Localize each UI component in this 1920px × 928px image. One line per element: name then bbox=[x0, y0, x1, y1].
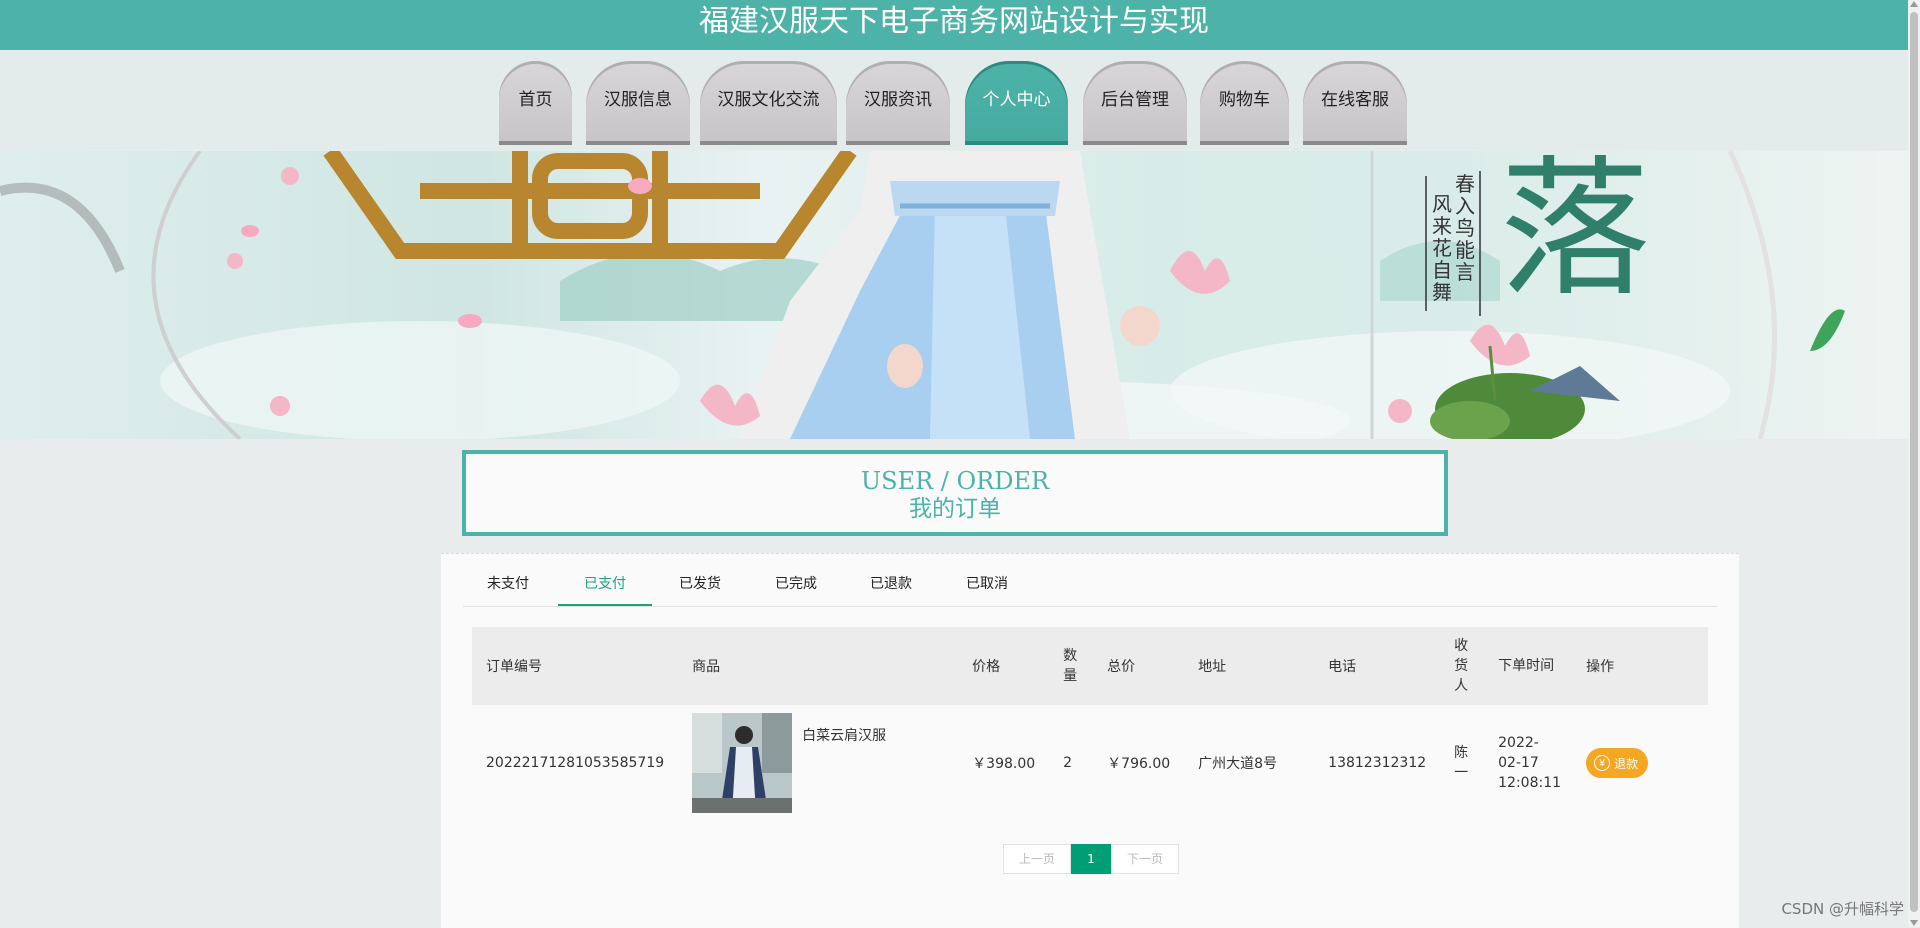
col-product: 商品 bbox=[678, 627, 959, 705]
tab-label: 未支付 bbox=[487, 576, 529, 592]
scrollbar-thumb[interactable] bbox=[1910, 12, 1918, 912]
cell-address: 广州大道8号 bbox=[1198, 756, 1278, 772]
tab-label: 已完成 bbox=[775, 576, 817, 592]
section-title-zh: 我的订单 bbox=[909, 496, 1001, 522]
svg-text:鸟: 鸟 bbox=[1455, 216, 1475, 240]
banner-illustration: 落 春入鸟能言 风来花自舞 bbox=[0, 151, 1845, 439]
order-status-tabs: 未支付 已支付 已发货 已完成 已退款 已取消 bbox=[463, 562, 1717, 607]
col-order-no: 订单编号 bbox=[472, 627, 679, 705]
tab-cancelled[interactable]: 已取消 bbox=[940, 562, 1034, 606]
cell-action: ¥ 退款 bbox=[1572, 705, 1708, 821]
table-row: 20222171281053585719 白菜云肩汉服 ￥398.00 2 ￥7… bbox=[472, 705, 1708, 821]
cell-product: 白菜云肩汉服 bbox=[678, 705, 958, 821]
svg-text:风: 风 bbox=[1432, 192, 1452, 216]
tab-label: 已发货 bbox=[679, 576, 721, 592]
nav-cart[interactable]: 购物车 bbox=[1200, 61, 1289, 145]
nav-label: 个人中心 bbox=[982, 90, 1051, 110]
col-price: 价格 bbox=[958, 627, 1050, 705]
main-nav: 首页 汉服信息 汉服文化交流 汉服资讯 个人中心 后台管理 购物车 在线客服 bbox=[0, 50, 1908, 150]
tab-refunded[interactable]: 已退款 bbox=[844, 562, 938, 606]
svg-text:能: 能 bbox=[1455, 238, 1475, 262]
nav-culture-exchange[interactable]: 汉服文化交流 bbox=[700, 61, 837, 145]
nav-home[interactable]: 首页 bbox=[499, 61, 572, 145]
nav-label: 购物车 bbox=[1219, 90, 1270, 110]
section-title-en: USER / ORDER bbox=[860, 467, 1050, 495]
next-page-button[interactable]: 下一页 bbox=[1111, 844, 1179, 874]
prev-page-button[interactable]: 上一页 bbox=[1003, 844, 1071, 874]
svg-text:言: 言 bbox=[1455, 260, 1475, 284]
cell-receiver: 陈一 bbox=[1454, 745, 1469, 781]
orders-card: 未支付 已支付 已发货 已完成 已退款 已取消 订单编号 商品 价格 数量 总价… bbox=[441, 553, 1739, 928]
product-name[interactable]: 白菜云肩汉服 bbox=[802, 725, 886, 745]
col-order-time: 下单时间 bbox=[1484, 627, 1573, 705]
orders-table: 订单编号 商品 价格 数量 总价 地址 电话 收货人 下单时间 操作 20222… bbox=[472, 627, 1708, 821]
cell-phone: 13812312312 bbox=[1328, 755, 1427, 771]
nav-label: 汉服文化交流 bbox=[717, 90, 820, 110]
yen-coin-icon: ¥ bbox=[1594, 755, 1611, 771]
nav-label: 后台管理 bbox=[1101, 90, 1169, 110]
cell-total: ￥796.00 bbox=[1107, 756, 1171, 772]
page-1-button[interactable]: 1 bbox=[1071, 844, 1111, 874]
site-title: 福建汉服天下电子商务网站设计与实现 bbox=[699, 4, 1209, 39]
col-phone: 电话 bbox=[1314, 627, 1441, 705]
svg-text:花: 花 bbox=[1432, 236, 1452, 260]
scroll-up-arrow-icon[interactable] bbox=[1910, 1, 1918, 7]
tab-label: 已退款 bbox=[870, 576, 912, 592]
watermark: CSDN @升幅科学 bbox=[1781, 900, 1904, 918]
cell-order-time: 2022-02-17 12:08:11 bbox=[1498, 735, 1562, 791]
nav-news[interactable]: 汉服资讯 bbox=[846, 61, 950, 145]
product-image bbox=[692, 713, 793, 813]
tab-shipped[interactable]: 已发货 bbox=[653, 562, 747, 606]
svg-text:春: 春 bbox=[1455, 172, 1475, 196]
tab-unpaid[interactable]: 未支付 bbox=[463, 562, 553, 606]
tab-paid[interactable]: 已支付 bbox=[558, 562, 652, 606]
tab-label: 已支付 bbox=[584, 576, 626, 592]
col-qty: 数量 bbox=[1049, 627, 1094, 705]
refund-button[interactable]: ¥ 退款 bbox=[1586, 748, 1649, 778]
nav-personal-center[interactable]: 个人中心 bbox=[965, 61, 1068, 145]
nav-label: 汉服资讯 bbox=[864, 90, 932, 110]
nav-hanfu-info[interactable]: 汉服信息 bbox=[586, 61, 690, 145]
pagination: 上一页 1 下一页 bbox=[1003, 844, 1179, 874]
tab-completed[interactable]: 已完成 bbox=[749, 562, 843, 606]
hero-banner: 落 春入鸟能言 风来花自舞 bbox=[0, 151, 1908, 439]
cell-price: ￥398.00 bbox=[972, 756, 1036, 772]
cell-qty: 2 bbox=[1063, 755, 1073, 771]
col-total: 总价 bbox=[1093, 627, 1185, 705]
svg-text:舞: 舞 bbox=[1432, 280, 1452, 304]
cell-order-no: 20222171281053585719 bbox=[486, 755, 665, 771]
svg-text:来: 来 bbox=[1432, 214, 1452, 238]
tab-label: 已取消 bbox=[966, 576, 1008, 592]
banner-calligraphy: 落 bbox=[1500, 151, 1650, 317]
nav-label: 首页 bbox=[518, 90, 553, 110]
nav-online-service[interactable]: 在线客服 bbox=[1303, 61, 1407, 145]
section-header: USER / ORDER 我的订单 bbox=[462, 450, 1448, 536]
svg-text:自: 自 bbox=[1432, 258, 1452, 282]
page-scrollbar[interactable] bbox=[1908, 0, 1920, 927]
nav-label: 汉服信息 bbox=[604, 90, 672, 110]
site-title-bar: 福建汉服天下电子商务网站设计与实现 bbox=[0, 0, 1908, 50]
col-address: 地址 bbox=[1184, 627, 1315, 705]
svg-text:入: 入 bbox=[1455, 194, 1475, 218]
refund-label: 退款 bbox=[1614, 756, 1639, 771]
table-header-row: 订单编号 商品 价格 数量 总价 地址 电话 收货人 下单时间 操作 bbox=[472, 627, 1708, 705]
nav-label: 在线客服 bbox=[1321, 90, 1389, 110]
scroll-down-arrow-icon[interactable] bbox=[1910, 920, 1918, 926]
col-receiver: 收货人 bbox=[1440, 627, 1485, 705]
col-action: 操作 bbox=[1572, 627, 1708, 705]
nav-admin[interactable]: 后台管理 bbox=[1083, 61, 1187, 145]
product-thumbnail[interactable] bbox=[692, 713, 793, 813]
